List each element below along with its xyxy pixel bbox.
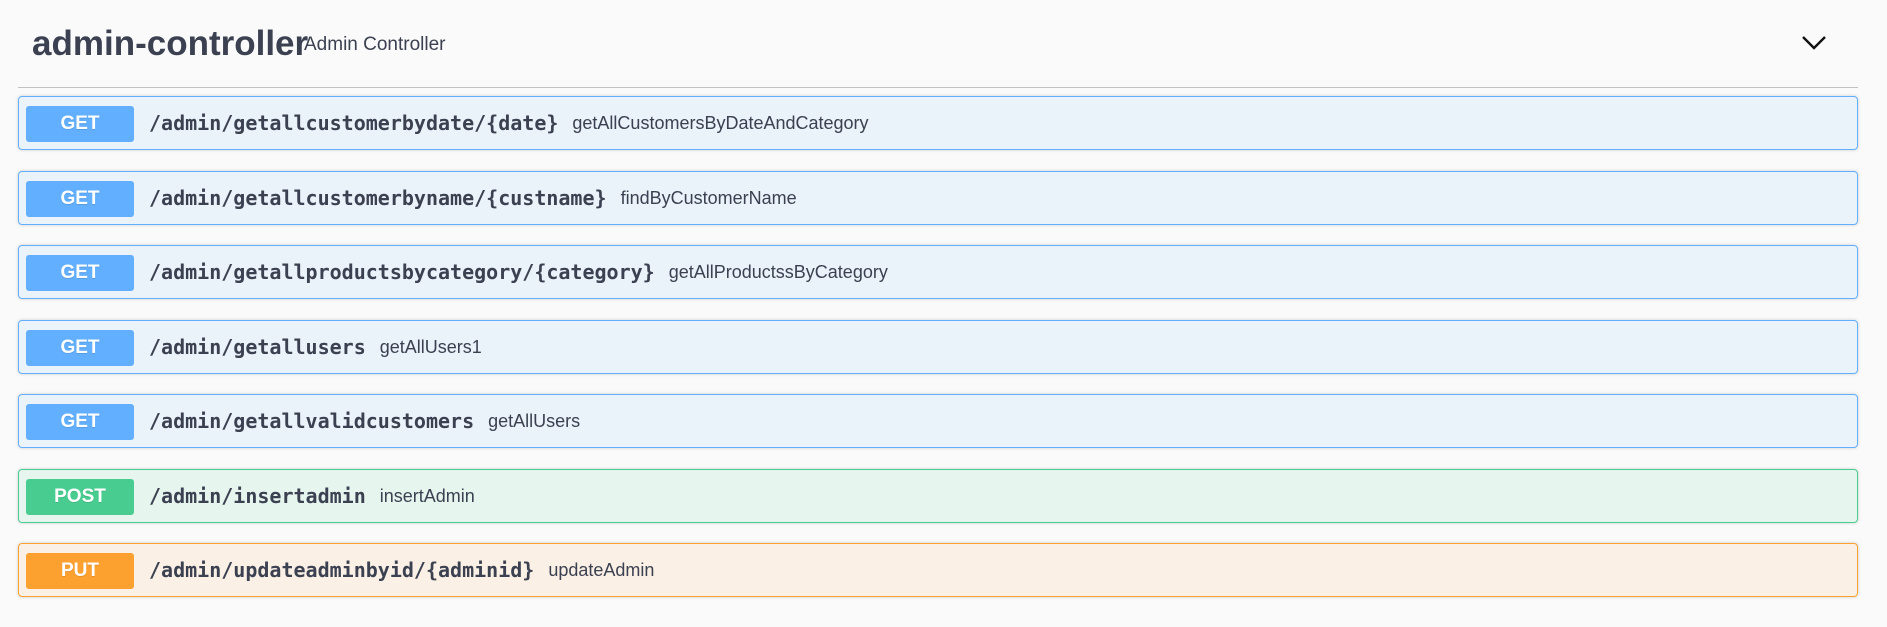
method-badge: GET: [26, 106, 134, 142]
operation-path: /admin/getallcustomerbyname/{custname}: [149, 186, 607, 210]
operation-get-all-users[interactable]: GET /admin/getallusers getAllUsers1: [18, 320, 1858, 374]
operation-get-customers-by-date[interactable]: GET /admin/getallcustomerbydate/{date} g…: [18, 96, 1858, 150]
tag-name: admin-controller: [32, 24, 309, 63]
method-badge: POST: [26, 479, 134, 515]
method-badge: GET: [26, 255, 134, 291]
operation-summary: getAllUsers1: [379, 336, 482, 357]
swagger-page: admin-controller Admin Controller GET /a…: [0, 0, 1887, 627]
tag-description: Admin Controller: [304, 34, 446, 55]
chevron-down-icon[interactable]: [1797, 28, 1831, 58]
operation-path: /admin/getallcustomerbydate/{date}: [149, 111, 559, 135]
method-badge: GET: [26, 181, 134, 217]
operation-path: /admin/getallvalidcustomers: [149, 409, 475, 433]
operation-summary: getAllCustomersByDateAndCategory: [572, 112, 869, 133]
operation-get-products-by-category[interactable]: GET /admin/getallproductsbycategory/{cat…: [18, 245, 1858, 299]
operation-path: /admin/getallusers: [149, 335, 366, 359]
operation-summary: getAllProductssByCategory: [668, 261, 888, 282]
operation-summary: findByCustomerName: [620, 187, 797, 208]
operation-path: /admin/insertadmin: [149, 484, 366, 508]
operation-summary: getAllUsers: [488, 410, 581, 431]
method-badge: PUT: [26, 553, 134, 589]
operation-put-update-admin[interactable]: PUT /admin/updateadminbyid/{adminid} upd…: [18, 543, 1858, 597]
operation-post-insert-admin[interactable]: POST /admin/insertadmin insertAdmin: [18, 469, 1858, 523]
operation-summary: insertAdmin: [379, 485, 475, 506]
operation-get-valid-customers[interactable]: GET /admin/getallvalidcustomers getAllUs…: [18, 394, 1858, 448]
operation-summary: updateAdmin: [548, 559, 655, 580]
operation-path: /admin/getallproductsbycategory/{categor…: [149, 260, 655, 284]
tag-section-header[interactable]: admin-controller Admin Controller: [18, 0, 1858, 88]
method-badge: GET: [26, 404, 134, 440]
method-badge: GET: [26, 330, 134, 366]
operation-get-customers-by-name[interactable]: GET /admin/getallcustomerbyname/{custnam…: [18, 171, 1858, 225]
operation-path: /admin/updateadminbyid/{adminid}: [149, 558, 535, 582]
